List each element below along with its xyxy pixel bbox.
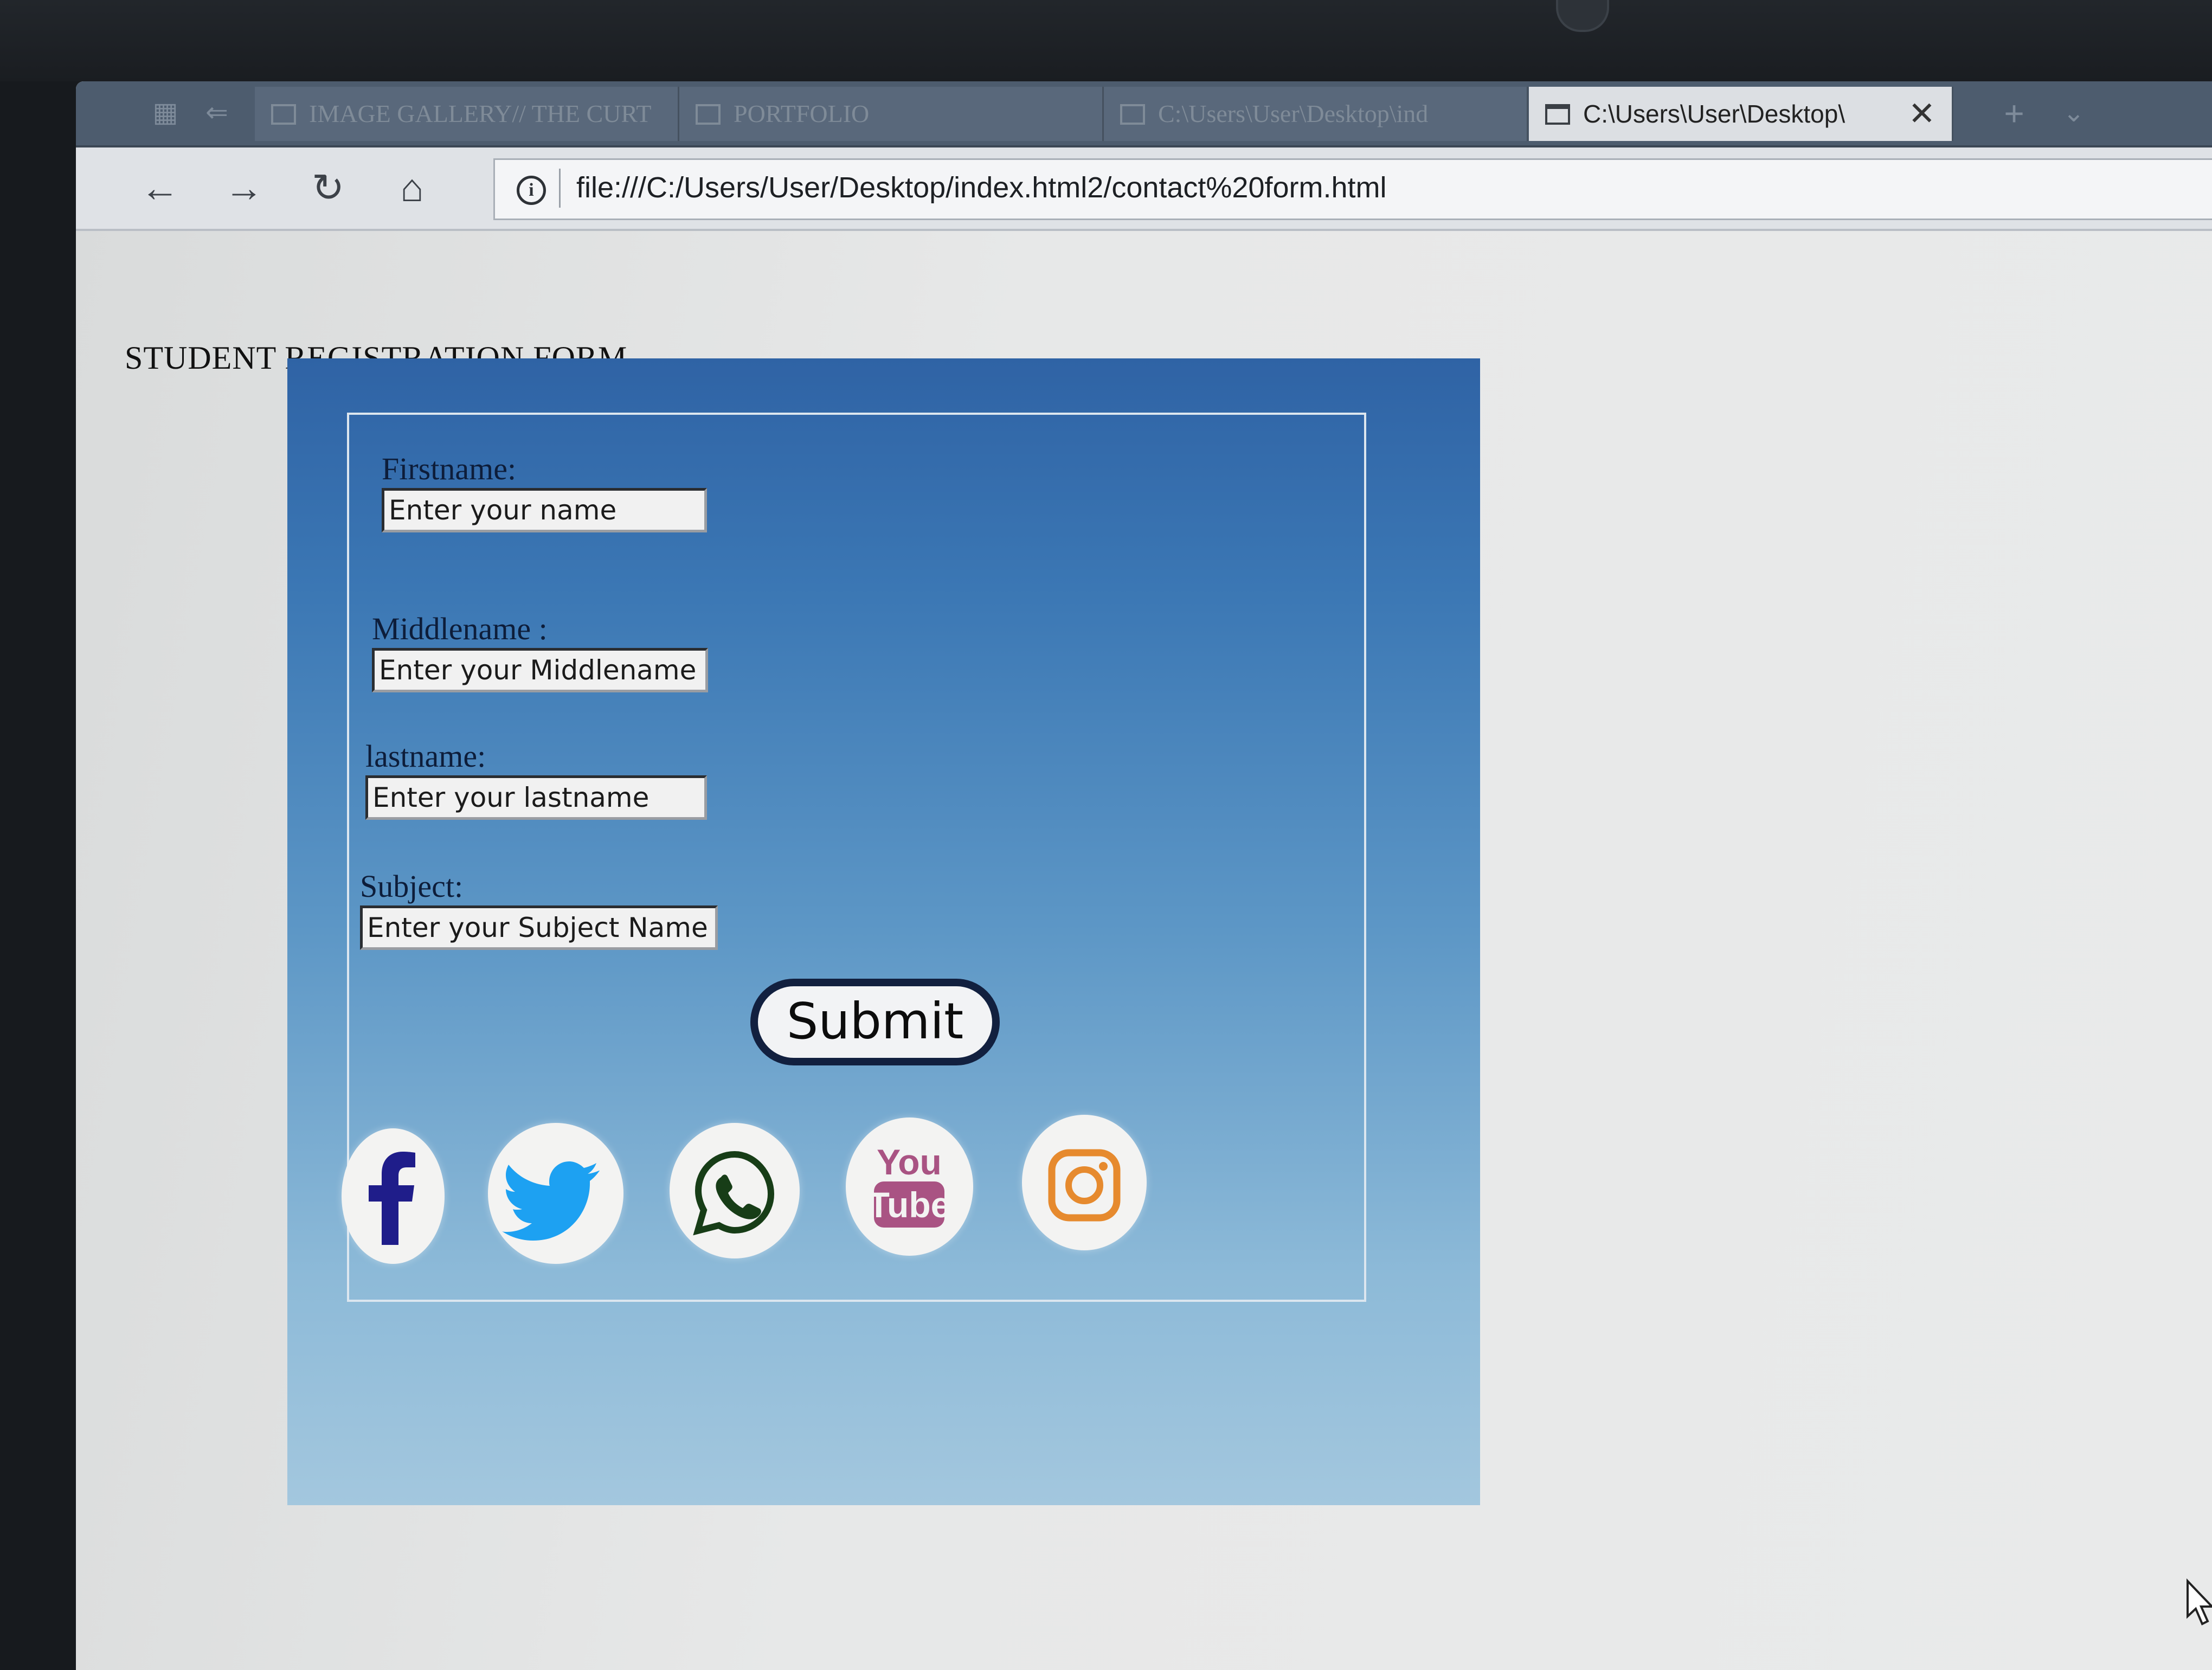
navigation-bar: ← → ↻ ⌂ i file:///C:/Users/User/Desktop/… — [76, 147, 2212, 231]
tab-strip: ▦ ⇐ IMAGE GALLERY// THE CURT PORTFOLIO C… — [76, 81, 2212, 147]
address-divider — [559, 169, 561, 208]
registration-form-panel: Firstname: Middlename : lastname: Subjec… — [287, 358, 1480, 1505]
webcam — [1556, 0, 1609, 32]
refresh-icon[interactable]: ↻ — [304, 164, 352, 213]
tab-title: C:\Users\User\Desktop\ind — [1158, 100, 1429, 127]
youtube-text-tube: Tube — [868, 1185, 951, 1225]
tab-list-chevron-icon[interactable]: ⌄ — [2055, 94, 2093, 132]
lastname-input[interactable] — [365, 775, 707, 820]
forward-arrow-icon[interactable]: → — [220, 164, 268, 213]
tab-image-gallery[interactable]: IMAGE GALLERY// THE CURT — [255, 87, 679, 141]
address-bar[interactable]: i file:///C:/Users/User/Desktop/index.ht… — [493, 158, 2212, 220]
new-tab-icon[interactable]: + — [1995, 94, 2033, 132]
youtube-icon[interactable]: You Tube — [846, 1117, 973, 1256]
lastname-label: lastname: — [365, 738, 486, 774]
tab-desktop-index[interactable]: C:\Users\User\Desktop\ind — [1104, 87, 1528, 141]
twitter-icon[interactable] — [488, 1123, 623, 1264]
tab-active-desktop[interactable]: C:\Users\User\Desktop\ ✕ — [1529, 87, 1953, 141]
home-icon[interactable]: ⌂ — [388, 164, 436, 213]
tab-title: PORTFOLIO — [734, 100, 870, 127]
middlename-input[interactable] — [372, 648, 708, 692]
tab-page-icon — [1120, 104, 1145, 125]
info-icon[interactable]: i — [517, 176, 546, 205]
tab-portfolio[interactable]: PORTFOLIO — [679, 87, 1104, 141]
page-content: STUDENT REGISTRATION FORM Firstname: Mid… — [76, 231, 2212, 1670]
browser-window: ▦ ⇐ IMAGE GALLERY// THE CURT PORTFOLIO C… — [76, 81, 2212, 1670]
back-tab-icon[interactable]: ⇐ — [198, 93, 236, 131]
firstname-label: Firstname: — [382, 451, 517, 486]
mouse-cursor-icon — [2187, 1578, 2212, 1626]
tab-title: C:\Users\User\Desktop\ — [1583, 100, 1846, 128]
firstname-input[interactable] — [382, 488, 707, 532]
window-menu-icon[interactable]: ▦ — [146, 93, 184, 131]
tab-page-icon — [696, 104, 721, 125]
middlename-label: Middlename : — [372, 611, 548, 646]
address-url[interactable]: file:///C:/Users/User/Desktop/index.html… — [576, 160, 1387, 215]
youtube-text-you: You — [877, 1142, 942, 1182]
close-tab-icon[interactable]: ✕ — [1908, 87, 1935, 141]
submit-button[interactable]: Submit — [750, 979, 1000, 1065]
facebook-icon[interactable] — [342, 1128, 445, 1264]
tab-page-icon — [271, 104, 296, 125]
back-arrow-icon[interactable]: ← — [136, 164, 184, 213]
instagram-icon[interactable] — [1022, 1115, 1147, 1250]
tab-title: IMAGE GALLERY// THE CURT — [309, 100, 652, 127]
subject-input[interactable] — [360, 905, 718, 950]
whatsapp-icon[interactable] — [670, 1123, 800, 1258]
subject-label: Subject: — [360, 869, 464, 904]
tab-page-icon — [1545, 104, 1570, 125]
laptop-bezel — [0, 0, 2212, 81]
